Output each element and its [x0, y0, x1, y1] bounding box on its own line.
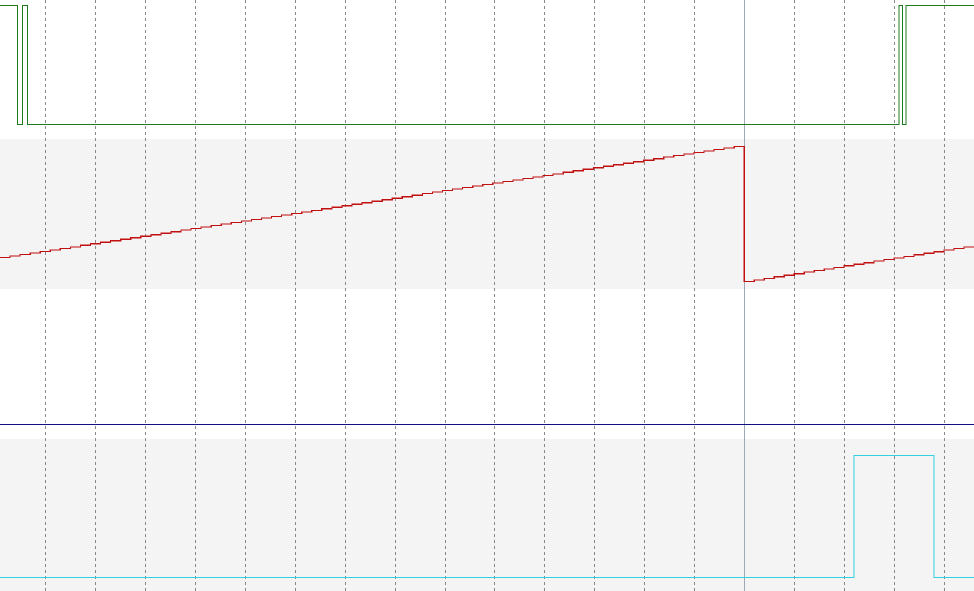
lane-shading — [0, 139, 974, 591]
lane-band-digital-cyan — [0, 439, 974, 591]
lane-band-analog-red — [0, 139, 974, 289]
waveform-viewer[interactable] — [0, 0, 974, 591]
waveform-canvas[interactable] — [0, 0, 974, 591]
trace-digital-green — [0, 4, 974, 126]
